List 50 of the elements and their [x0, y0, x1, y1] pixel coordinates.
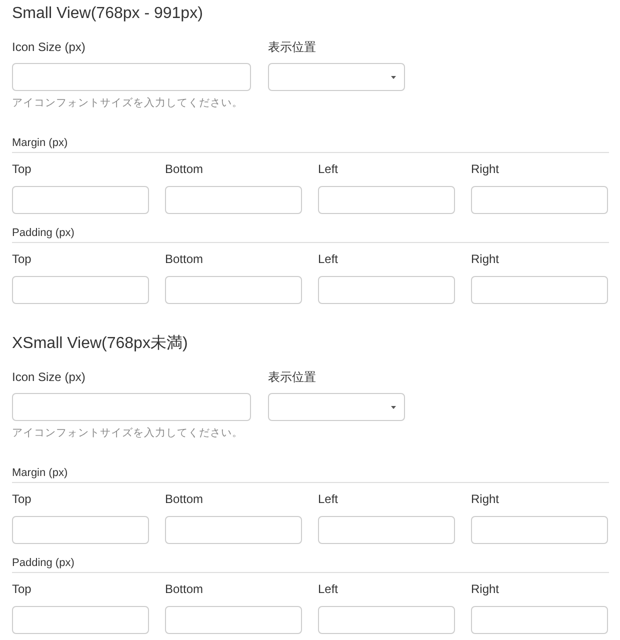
help-text: アイコンフォントサイズを入力してください。: [12, 96, 244, 110]
input-field[interactable]: [318, 186, 455, 214]
input-field[interactable]: [471, 516, 608, 544]
field-label: Left: [318, 161, 340, 177]
section-title: XSmall View(768px未満): [12, 334, 189, 354]
field-label: Top: [12, 581, 32, 597]
field-label: Top: [12, 491, 32, 507]
field-label: Right: [471, 581, 500, 597]
input-field[interactable]: [471, 276, 608, 304]
select-field[interactable]: [268, 393, 405, 421]
input-field[interactable]: [165, 276, 302, 304]
field-label: Bottom: [165, 161, 204, 177]
field-label: Top: [12, 161, 32, 177]
section-title: Small View(768px - 991px): [12, 4, 204, 24]
field-label: 表示位置: [268, 369, 317, 385]
field-label: Bottom: [165, 581, 204, 597]
input-field[interactable]: [12, 516, 149, 544]
field-label: Left: [318, 581, 340, 597]
help-text: アイコンフォントサイズを入力してください。: [12, 426, 244, 440]
caret-icon: [391, 406, 396, 408]
input-field[interactable]: [12, 186, 149, 214]
field-label: Icon Size (px): [12, 369, 86, 385]
group-label: Margin (px): [12, 467, 68, 479]
field-label: Left: [318, 491, 340, 507]
input-field[interactable]: [12, 63, 251, 91]
field-label: 表示位置: [268, 39, 317, 55]
input-field[interactable]: [12, 393, 251, 421]
select-field[interactable]: [268, 63, 405, 91]
field-label: Right: [471, 491, 500, 507]
field-label: Bottom: [165, 491, 204, 507]
caret-icon: [391, 76, 396, 78]
group-label: Padding (px): [12, 227, 74, 239]
group-label: Padding (px): [12, 557, 74, 569]
field-label: Right: [471, 161, 500, 177]
input-field[interactable]: [12, 606, 149, 634]
input-field[interactable]: [318, 516, 455, 544]
field-label: Bottom: [165, 251, 204, 267]
input-field[interactable]: [165, 516, 302, 544]
input-field[interactable]: [318, 276, 455, 304]
input-field[interactable]: [318, 606, 455, 634]
group-label: Margin (px): [12, 137, 68, 149]
field-label: Right: [471, 251, 500, 267]
input-field[interactable]: [12, 276, 149, 304]
input-field[interactable]: [165, 606, 302, 634]
input-field[interactable]: [165, 186, 302, 214]
field-label: Left: [318, 251, 340, 267]
input-field[interactable]: [471, 606, 608, 634]
field-label: Icon Size (px): [12, 39, 86, 55]
input-field[interactable]: [471, 186, 608, 214]
field-label: Top: [12, 251, 32, 267]
